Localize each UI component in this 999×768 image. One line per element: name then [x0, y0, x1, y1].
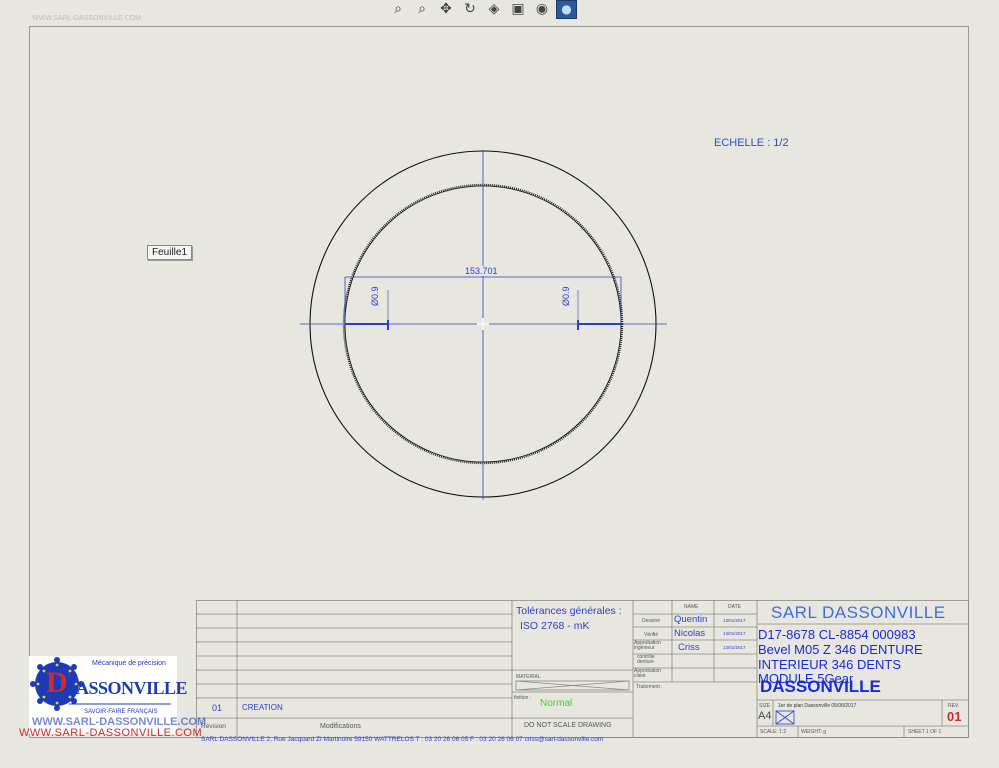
drawn-by-name: Quentin: [674, 614, 708, 625]
overlapping-company-text: DASSONVILLE: [760, 677, 881, 696]
weight-label: WEIGHT: g: [801, 729, 827, 735]
row-eng-approval: Approbation ingénieur: [634, 640, 661, 651]
modifications-header: Modifications: [320, 723, 361, 730]
part-description-line2: Bevel M05 Z 346 DENTURE: [758, 642, 923, 657]
revision-number: 01: [212, 703, 223, 713]
finish-value: Normal: [540, 698, 573, 709]
company-title: SARL DASSONVILLE: [771, 603, 946, 622]
do-not-scale-note: DO NOT SCALE DRAWING: [524, 722, 612, 729]
company-address: SARL DASSONVILLE 2, Rue Jacquard ZI Mart…: [201, 736, 604, 743]
revision-description: CREATION: [242, 703, 283, 712]
logo-motto: SAVOIR-FAIRE FRANÇAIS: [84, 709, 158, 715]
row-drawn: Dessiné: [642, 618, 661, 624]
material-label: MATERIAL: [516, 674, 541, 680]
row-teeth-check: contrôle denture: [637, 654, 655, 665]
finish-label: finition :: [514, 695, 532, 701]
row-checked: Vérifié: [644, 632, 659, 638]
date-drawn: 13/01/2017: [723, 618, 746, 623]
plan-info: 1er de plan Dassonville 05/06/2017: [778, 703, 857, 709]
footer-website-link[interactable]: WWW.SARL-DASSONVILLE.COM: [19, 727, 202, 739]
dimension-left-diameter[interactable]: Ø0.9: [370, 286, 380, 306]
size-label: SIZE: [759, 703, 771, 709]
treatment-label: Traitement :: [636, 684, 663, 690]
column-name: NAME: [684, 604, 699, 610]
size-value: A4: [758, 710, 772, 722]
scale-label: SCALE: 1:2: [760, 729, 787, 735]
dimension-right-diameter[interactable]: Ø0.9: [561, 286, 571, 306]
date-approved: 13/01/2017: [723, 645, 746, 650]
logo-brand: ASSONVILLE: [76, 678, 188, 698]
sheet-count-label: SHEET 1 OF 1: [908, 729, 942, 735]
company-logo: D Mécanique de précision ASSONVILLE SAVO…: [29, 656, 206, 734]
logo-tagline: Mécanique de précision: [92, 660, 166, 667]
part-description-line1: D17-8678 CL-8854 000983: [758, 627, 916, 642]
rev-value: 01: [947, 709, 962, 724]
tolerance-standard: ISO 2768 - mK: [520, 620, 590, 632]
logo-letter: D: [46, 666, 68, 699]
date-checked: 13/01/2017: [723, 631, 746, 636]
checked-by-name: Nicolas: [674, 628, 706, 639]
dimension-width[interactable]: 153.701: [464, 266, 499, 276]
column-date: DATE: [728, 604, 741, 610]
tolerance-title: Tolérances générales :: [516, 605, 622, 617]
approved-by-name: Criss: [678, 642, 700, 653]
row-client-approval: Approbation client: [634, 668, 661, 679]
part-description-line3: INTERIEUR 346 DENTS: [758, 657, 902, 672]
